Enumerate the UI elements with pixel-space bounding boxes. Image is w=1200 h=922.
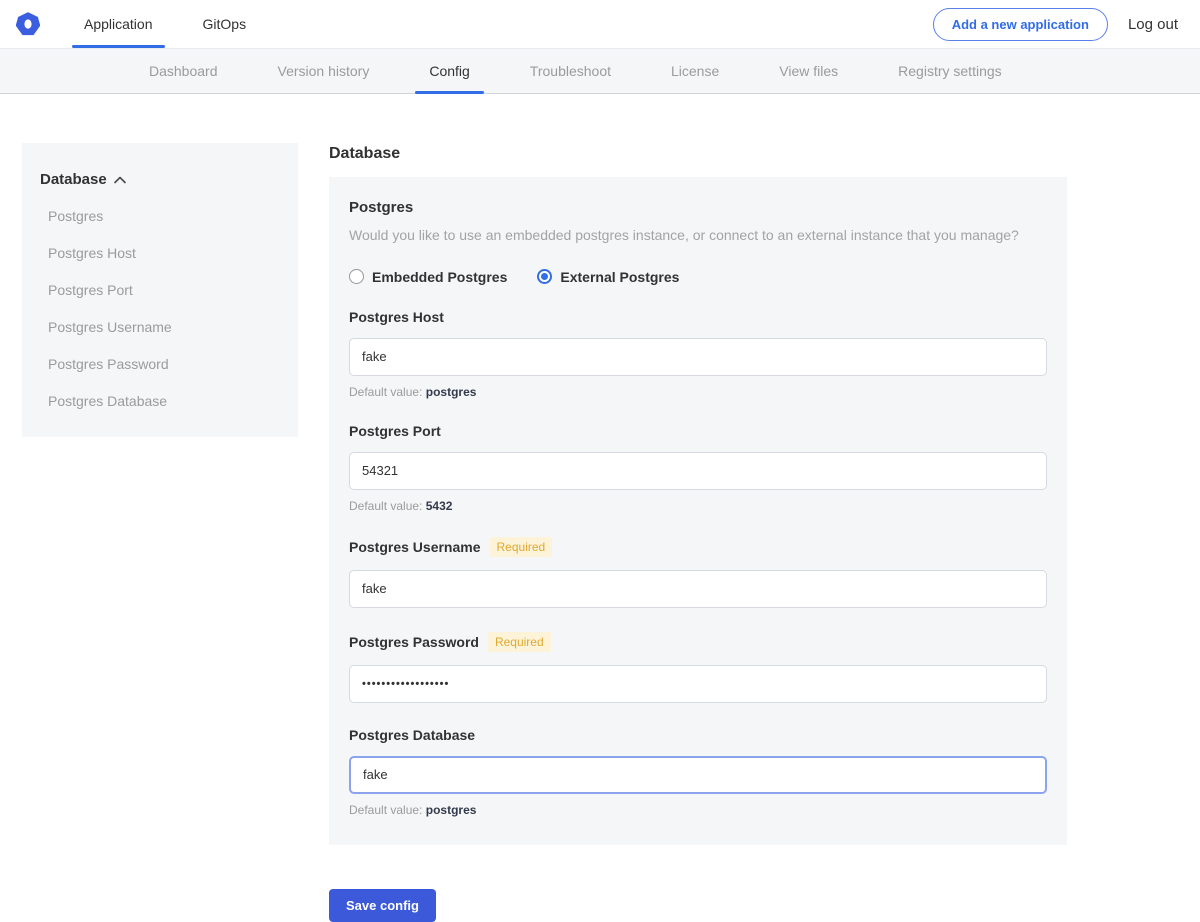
top-nav-tabs: Application GitOps	[72, 0, 284, 48]
app-subnav: Dashboard Version history Config Trouble…	[0, 48, 1200, 94]
config-page: Database Postgres Postgres Host Postgres…	[0, 143, 1200, 922]
sidebar-item-postgres-host[interactable]: Postgres Host	[48, 245, 280, 261]
sidebar-group-database-label: Database	[40, 171, 107, 188]
postgres-port-input[interactable]	[349, 452, 1047, 490]
group-title-postgres: Postgres	[349, 199, 1047, 216]
postgres-database-label: Postgres Database	[349, 727, 475, 743]
subnav-label-troubleshoot: Troubleshoot	[530, 63, 611, 79]
radio-external-postgres[interactable]: External Postgres	[537, 269, 679, 285]
save-config-button[interactable]: Save config	[329, 889, 436, 922]
subnav-label-registry-settings: Registry settings	[898, 63, 1001, 79]
field-postgres-password: Postgres Password Required	[349, 632, 1047, 703]
postgres-host-input[interactable]	[349, 338, 1047, 376]
postgres-mode-radio-group: Embedded Postgres External Postgres	[349, 269, 1047, 285]
top-nav-right: Add a new application Log out	[933, 8, 1200, 41]
subnav-item-version-history[interactable]: Version history	[264, 49, 384, 93]
sidebar-item-list: Postgres Postgres Host Postgres Port Pos…	[40, 208, 280, 409]
tab-gitops[interactable]: GitOps	[191, 0, 259, 48]
section-title: Database	[329, 145, 1067, 163]
subnav-label-license: License	[671, 63, 719, 79]
radio-embedded-postgres[interactable]: Embedded Postgres	[349, 269, 507, 285]
sidebar-item-postgres[interactable]: Postgres	[48, 208, 280, 224]
postgres-password-input[interactable]	[349, 665, 1047, 703]
radio-unchecked-icon	[349, 269, 364, 284]
group-help-text: Would you like to use an embedded postgr…	[349, 226, 1047, 245]
subnav-label-version-history: Version history	[278, 63, 370, 79]
sidebar-group-database[interactable]: Database	[40, 171, 280, 188]
subnav-item-dashboard[interactable]: Dashboard	[135, 49, 232, 93]
postgres-port-label: Postgres Port	[349, 423, 441, 439]
radio-embedded-postgres-label: Embedded Postgres	[372, 269, 507, 285]
postgres-host-label: Postgres Host	[349, 309, 444, 325]
subnav-label-config: Config	[429, 63, 469, 79]
logout-link[interactable]: Log out	[1128, 16, 1178, 33]
field-postgres-port: Postgres Port Default value: 5432	[349, 423, 1047, 513]
postgres-port-default: Default value: 5432	[349, 499, 1047, 513]
sidebar-item-postgres-port[interactable]: Postgres Port	[48, 282, 280, 298]
postgres-username-input[interactable]	[349, 570, 1047, 608]
app-logo-icon	[16, 12, 40, 36]
postgres-username-label: Postgres Username	[349, 539, 481, 555]
subnav-item-registry-settings[interactable]: Registry settings	[884, 49, 1015, 93]
field-postgres-username: Postgres Username Required	[349, 537, 1047, 608]
sidebar-item-postgres-database[interactable]: Postgres Database	[48, 393, 280, 409]
tab-application[interactable]: Application	[72, 0, 165, 48]
subnav-item-view-files[interactable]: View files	[765, 49, 852, 93]
database-config-card: Postgres Would you like to use an embedd…	[329, 177, 1067, 845]
required-badge: Required	[488, 632, 551, 652]
tab-gitops-label: GitOps	[203, 16, 247, 32]
postgres-database-default: Default value: postgres	[349, 803, 1047, 817]
top-nav: Application GitOps Add a new application…	[0, 0, 1200, 48]
subnav-label-view-files: View files	[779, 63, 838, 79]
radio-external-postgres-label: External Postgres	[560, 269, 679, 285]
subnav-label-dashboard: Dashboard	[149, 63, 218, 79]
config-sidebar: Database Postgres Postgres Host Postgres…	[22, 143, 298, 437]
radio-checked-icon	[537, 269, 552, 284]
add-new-application-button[interactable]: Add a new application	[933, 8, 1108, 41]
chevron-up-icon	[114, 176, 126, 184]
field-postgres-host: Postgres Host Default value: postgres	[349, 309, 1047, 399]
tab-application-label: Application	[84, 16, 153, 32]
postgres-host-default: Default value: postgres	[349, 385, 1047, 399]
subnav-item-troubleshoot[interactable]: Troubleshoot	[516, 49, 625, 93]
sidebar-item-postgres-password[interactable]: Postgres Password	[48, 356, 280, 372]
required-badge: Required	[490, 537, 553, 557]
sidebar-item-postgres-username[interactable]: Postgres Username	[48, 319, 280, 335]
field-postgres-database: Postgres Database Default value: postgre…	[349, 727, 1047, 817]
postgres-password-label: Postgres Password	[349, 634, 479, 650]
config-main: Database Postgres Would you like to use …	[329, 143, 1067, 922]
subnav-item-license[interactable]: License	[657, 49, 733, 93]
postgres-database-input[interactable]	[349, 756, 1047, 794]
subnav-item-config[interactable]: Config	[415, 49, 483, 93]
